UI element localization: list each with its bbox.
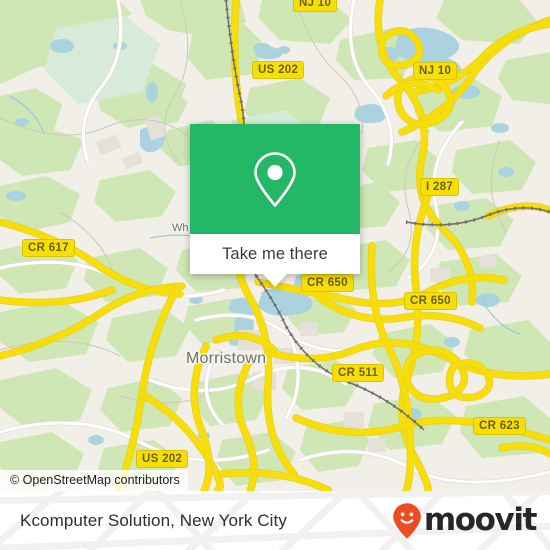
popup-footer[interactable]: Take me there <box>190 234 360 287</box>
take-me-there-label: Take me there <box>222 244 328 263</box>
road-shield-nj10-top: NJ 10 <box>293 0 338 12</box>
road-shield-cr650-right: CR 650 <box>404 292 457 310</box>
place-label-partial: Wh <box>172 222 189 234</box>
road-shield-cr511: CR 511 <box>332 364 385 382</box>
road-shield-cr650-left: CR 650 <box>301 274 354 292</box>
popup-header <box>190 124 360 234</box>
moovit-wordmark: moovit <box>423 502 538 538</box>
popup-pointer-tail <box>263 274 287 287</box>
moovit-map-screen: .pk { fill:#cfe6b5; } .pk2 { fill:#d8ead… <box>0 0 550 550</box>
road-shield-i287: I 287 <box>420 178 460 196</box>
place-label-morristown: Morristown <box>186 350 267 367</box>
road-shield-cr623: CR 623 <box>473 417 526 435</box>
map-viewport[interactable]: .pk { fill:#cfe6b5; } .pk2 { fill:#d8ead… <box>0 0 550 491</box>
place-title: Kcomputer Solution, New York City <box>20 510 287 530</box>
road-shield-nj10-right: NJ 10 <box>413 62 458 80</box>
road-shield-us202-top: US 202 <box>252 61 305 79</box>
road-shield-cr617: CR 617 <box>22 239 75 257</box>
map-pin-icon <box>254 152 296 207</box>
moovit-smiley-pin-icon <box>393 502 421 539</box>
osm-attribution[interactable]: © OpenStreetMap contributors <box>0 470 188 491</box>
footer-bar: Kcomputer Solution, New York City moovit <box>0 491 550 550</box>
location-popup-card[interactable]: Take me there <box>190 124 360 287</box>
moovit-logo[interactable]: moovit <box>392 502 538 540</box>
road-shield-us202-bottom: US 202 <box>136 450 189 468</box>
